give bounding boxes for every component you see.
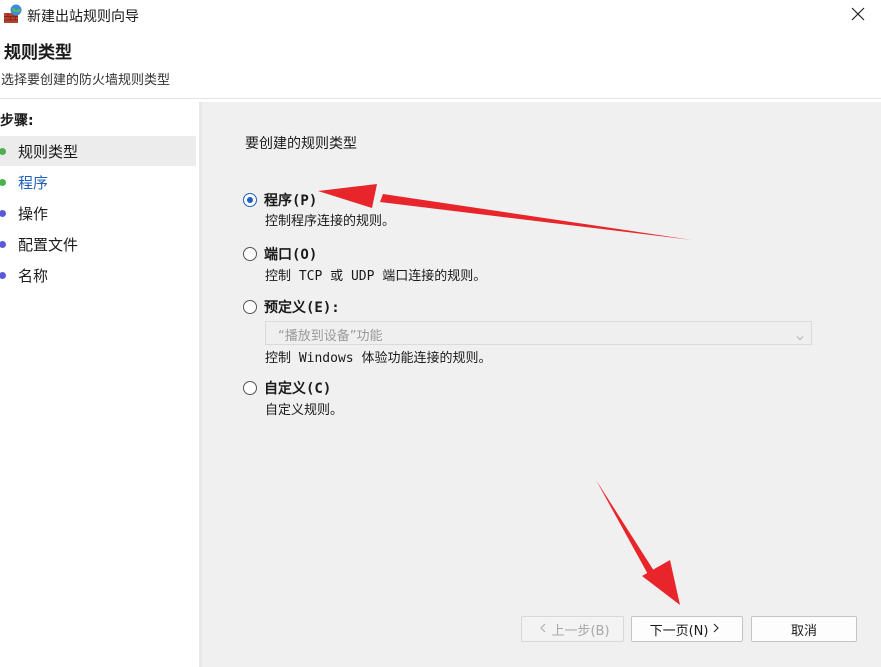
option-port-desc: 控制 TCP 或 UDP 端口连接的规则。 xyxy=(265,269,487,284)
step-status-dot xyxy=(0,209,6,217)
back-button-label: 上一步(B) xyxy=(551,623,610,639)
option-port[interactable]: 端口(O) xyxy=(243,245,317,263)
page-subtitle: 选择要创建的防火墙规则类型 xyxy=(1,73,171,88)
option-custom[interactable]: 自定义(C) xyxy=(243,379,331,397)
next-button[interactable]: 下一页(N) xyxy=(631,616,743,642)
radio-predefined[interactable] xyxy=(243,300,257,314)
wizard-window: 新建出站规则向导 规则类型 选择要创建的防火墙规则类型 步骤: 规则类型 程序 … xyxy=(0,0,881,667)
option-program-desc: 控制程序连接的规则。 xyxy=(265,214,396,229)
step-label: 名称 xyxy=(18,266,49,285)
option-port-label: 端口(O) xyxy=(264,247,318,263)
close-button[interactable] xyxy=(835,0,881,30)
step-status-dot xyxy=(0,271,6,279)
option-custom-desc: 自定义规则。 xyxy=(265,403,344,418)
title-bar: 新建出站规则向导 xyxy=(0,0,881,30)
option-predefined-label: 预定义(E): xyxy=(264,300,340,316)
firewall-icon xyxy=(3,4,23,24)
option-program[interactable]: 程序(P) xyxy=(243,191,317,209)
step-label: 程序 xyxy=(18,173,49,192)
option-predefined[interactable]: 预定义(E): xyxy=(243,298,340,316)
step-label: 操作 xyxy=(18,204,49,223)
step-label: 规则类型 xyxy=(18,142,79,161)
page-title: 规则类型 xyxy=(4,43,72,63)
chevron-down-icon xyxy=(795,328,805,341)
section-title: 要创建的规则类型 xyxy=(245,136,357,152)
back-button[interactable]: 上一步(B) xyxy=(521,616,624,642)
predefined-dropdown[interactable]: “播放到设备”功能 xyxy=(265,321,812,345)
step-program[interactable]: 程序 xyxy=(0,167,196,197)
steps-panel: 步骤: 规则类型 程序 操作 配置文件 名称 xyxy=(0,102,198,667)
predefined-dropdown-value: “播放到设备”功能 xyxy=(278,329,383,344)
step-rule-type[interactable]: 规则类型 xyxy=(0,136,196,166)
step-status-dot xyxy=(0,240,6,248)
next-button-label: 下一页(N) xyxy=(649,623,709,639)
radio-port[interactable] xyxy=(243,247,257,261)
main-content: 要创建的规则类型 程序(P) 控制程序连接的规则。 端口(O) 控制 TCP 或… xyxy=(202,102,881,667)
step-status-dot xyxy=(0,147,6,155)
close-icon xyxy=(851,6,865,25)
step-profile[interactable]: 配置文件 xyxy=(0,229,196,259)
option-program-label: 程序(P) xyxy=(264,193,318,209)
chevron-right-icon xyxy=(712,622,720,637)
option-predefined-desc: 控制 Windows 体验功能连接的规则。 xyxy=(265,351,492,366)
radio-custom[interactable] xyxy=(243,381,257,395)
steps-label: 步骤: xyxy=(0,113,34,129)
window-title: 新建出站规则向导 xyxy=(27,9,139,25)
header-divider xyxy=(0,98,881,99)
step-action[interactable]: 操作 xyxy=(0,198,196,228)
chevron-left-icon xyxy=(539,622,547,637)
step-label: 配置文件 xyxy=(18,235,79,254)
option-custom-label: 自定义(C) xyxy=(264,381,332,397)
step-status-dot xyxy=(0,178,6,186)
step-name[interactable]: 名称 xyxy=(0,260,196,290)
radio-program[interactable] xyxy=(243,193,257,207)
cancel-button[interactable]: 取消 xyxy=(751,616,857,642)
cancel-button-label: 取消 xyxy=(790,623,817,639)
